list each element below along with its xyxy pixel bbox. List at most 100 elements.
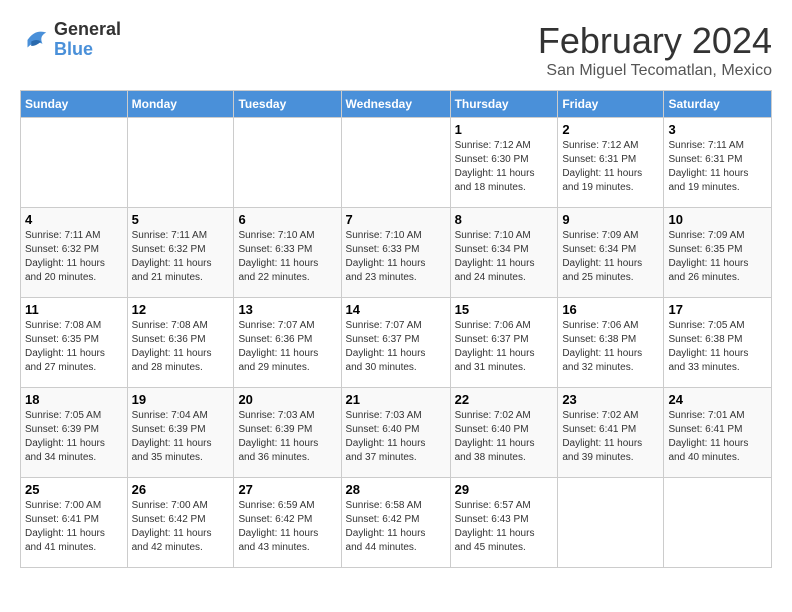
day-number: 11 (25, 302, 123, 317)
calendar-cell (127, 118, 234, 208)
calendar-cell: 16 Sunrise: 7:06 AMSunset: 6:38 PMDayligh… (558, 298, 664, 388)
day-info: Sunrise: 7:07 AMSunset: 6:36 PMDaylight:… (238, 319, 336, 375)
day-info: Sunrise: 7:06 AMSunset: 6:38 PMDaylight:… (562, 319, 659, 375)
calendar-cell: 22 Sunrise: 7:02 AMSunset: 6:40 PMDayligh… (450, 388, 558, 478)
calendar-header-row: SundayMondayTuesdayWednesdayThursdayFrid… (21, 91, 772, 118)
day-info: Sunrise: 7:03 AMSunset: 6:40 PMDaylight:… (346, 409, 446, 465)
day-info: Sunrise: 7:07 AMSunset: 6:37 PMDaylight:… (346, 319, 446, 375)
logo-general: General (54, 20, 121, 40)
calendar-cell: 24Sunrise: 7:01 AMSunset: 6:41 PMDayligh… (664, 388, 772, 478)
day-number: 19 (132, 392, 230, 407)
day-info: Sunrise: 7:00 AMSunset: 6:41 PMDaylight:… (25, 499, 123, 555)
calendar-cell: 3Sunrise: 7:11 AMSunset: 6:31 PMDaylight… (664, 118, 772, 208)
calendar-cell: 1Sunrise: 7:12 AMSunset: 6:30 PMDaylight… (450, 118, 558, 208)
calendar-cell (234, 118, 341, 208)
day-number: 17 (668, 302, 767, 317)
day-number: 15 (455, 302, 554, 317)
day-number: 29 (455, 482, 554, 497)
calendar-cell: 29 Sunrise: 6:57 AMSunset: 6:43 PMDayligh… (450, 478, 558, 568)
calendar-week-row: 4Sunrise: 7:11 AMSunset: 6:32 PMDaylight… (21, 208, 772, 298)
day-of-week-header: Monday (127, 91, 234, 118)
calendar-week-row: 25 Sunrise: 7:00 AMSunset: 6:41 PMDayligh… (21, 478, 772, 568)
calendar-cell: 5 Sunrise: 7:11 AMSunset: 6:32 PMDaylight… (127, 208, 234, 298)
day-number: 8 (455, 212, 554, 227)
day-number: 25 (25, 482, 123, 497)
day-number: 12 (132, 302, 230, 317)
logo-blue: Blue (54, 40, 121, 60)
calendar-cell: 21Sunrise: 7:03 AMSunset: 6:40 PMDayligh… (341, 388, 450, 478)
day-info: Sunrise: 7:05 AMSunset: 6:39 PMDaylight:… (25, 409, 123, 465)
day-number: 2 (562, 122, 659, 137)
day-of-week-header: Tuesday (234, 91, 341, 118)
day-number: 16 (562, 302, 659, 317)
calendar-cell: 11 Sunrise: 7:08 AMSunset: 6:35 PMDayligh… (21, 298, 128, 388)
calendar-cell: 4Sunrise: 7:11 AMSunset: 6:32 PMDaylight… (21, 208, 128, 298)
calendar-cell: 27 Sunrise: 6:59 AMSunset: 6:42 PMDayligh… (234, 478, 341, 568)
day-info: Sunrise: 7:10 AMSunset: 6:33 PMDaylight:… (238, 229, 336, 285)
logo-bird-icon (20, 25, 50, 55)
day-number: 18 (25, 392, 123, 407)
day-info: Sunrise: 7:01 AMSunset: 6:41 PMDaylight:… (668, 409, 767, 465)
title-block: February 2024 San Miguel Tecomatlan, Mex… (538, 20, 772, 80)
calendar-cell: 14 Sunrise: 7:07 AMSunset: 6:37 PMDayligh… (341, 298, 450, 388)
day-number: 7 (346, 212, 446, 227)
day-number: 23 (562, 392, 659, 407)
main-title: February 2024 (538, 20, 772, 62)
day-of-week-header: Thursday (450, 91, 558, 118)
calendar-cell: 26 Sunrise: 7:00 AMSunset: 6:42 PMDayligh… (127, 478, 234, 568)
day-info: Sunrise: 7:04 AMSunset: 6:39 PMDaylight:… (132, 409, 230, 465)
day-info: Sunrise: 7:09 AMSunset: 6:34 PMDaylight:… (562, 229, 659, 285)
day-of-week-header: Sunday (21, 91, 128, 118)
calendar-cell: 2 Sunrise: 7:12 AMSunset: 6:31 PMDaylight… (558, 118, 664, 208)
calendar-cell: 18 Sunrise: 7:05 AMSunset: 6:39 PMDayligh… (21, 388, 128, 478)
day-number: 13 (238, 302, 336, 317)
calendar-week-row: 1Sunrise: 7:12 AMSunset: 6:30 PMDaylight… (21, 118, 772, 208)
calendar-cell (558, 478, 664, 568)
day-number: 28 (346, 482, 446, 497)
day-number: 5 (132, 212, 230, 227)
calendar-cell (21, 118, 128, 208)
day-info: Sunrise: 7:02 AMSunset: 6:41 PMDaylight:… (562, 409, 659, 465)
calendar-cell: 12 Sunrise: 7:08 AMSunset: 6:36 PMDayligh… (127, 298, 234, 388)
calendar-cell: 20Sunrise: 7:03 AMSunset: 6:39 PMDayligh… (234, 388, 341, 478)
calendar-cell: 6Sunrise: 7:10 AMSunset: 6:33 PMDaylight… (234, 208, 341, 298)
calendar-cell: 25 Sunrise: 7:00 AMSunset: 6:41 PMDayligh… (21, 478, 128, 568)
page-header: General Blue February 2024 San Miguel Te… (20, 20, 772, 80)
day-info: Sunrise: 7:08 AMSunset: 6:35 PMDaylight:… (25, 319, 123, 375)
logo: General Blue (20, 20, 121, 60)
day-number: 22 (455, 392, 554, 407)
calendar-week-row: 18 Sunrise: 7:05 AMSunset: 6:39 PMDayligh… (21, 388, 772, 478)
day-number: 1 (455, 122, 554, 137)
calendar-cell: 23 Sunrise: 7:02 AMSunset: 6:41 PMDayligh… (558, 388, 664, 478)
day-info: Sunrise: 6:58 AMSunset: 6:42 PMDaylight:… (346, 499, 446, 555)
day-info: Sunrise: 7:11 AMSunset: 6:32 PMDaylight:… (132, 229, 230, 285)
calendar-table: SundayMondayTuesdayWednesdayThursdayFrid… (20, 90, 772, 568)
day-info: Sunrise: 7:05 AMSunset: 6:38 PMDaylight:… (668, 319, 767, 375)
calendar-cell: 9 Sunrise: 7:09 AMSunset: 6:34 PMDaylight… (558, 208, 664, 298)
calendar-cell: 8 Sunrise: 7:10 AMSunset: 6:34 PMDaylight… (450, 208, 558, 298)
day-info: Sunrise: 7:08 AMSunset: 6:36 PMDaylight:… (132, 319, 230, 375)
calendar-cell: 19 Sunrise: 7:04 AMSunset: 6:39 PMDayligh… (127, 388, 234, 478)
day-info: Sunrise: 7:09 AMSunset: 6:35 PMDaylight:… (668, 229, 767, 285)
day-info: Sunrise: 7:00 AMSunset: 6:42 PMDaylight:… (132, 499, 230, 555)
day-info: Sunrise: 7:10 AMSunset: 6:34 PMDaylight:… (455, 229, 554, 285)
subtitle: San Miguel Tecomatlan, Mexico (538, 62, 772, 80)
calendar-cell: 13 Sunrise: 7:07 AMSunset: 6:36 PMDayligh… (234, 298, 341, 388)
day-info: Sunrise: 6:59 AMSunset: 6:42 PMDaylight:… (238, 499, 336, 555)
day-number: 14 (346, 302, 446, 317)
day-of-week-header: Saturday (664, 91, 772, 118)
day-info: Sunrise: 7:12 AMSunset: 6:31 PMDaylight:… (562, 139, 659, 195)
calendar-cell: 10Sunrise: 7:09 AMSunset: 6:35 PMDayligh… (664, 208, 772, 298)
day-info: Sunrise: 7:06 AMSunset: 6:37 PMDaylight:… (455, 319, 554, 375)
day-number: 3 (668, 122, 767, 137)
calendar-cell: 7 Sunrise: 7:10 AMSunset: 6:33 PMDaylight… (341, 208, 450, 298)
day-info: Sunrise: 7:10 AMSunset: 6:33 PMDaylight:… (346, 229, 446, 285)
calendar-week-row: 11 Sunrise: 7:08 AMSunset: 6:35 PMDayligh… (21, 298, 772, 388)
day-number: 26 (132, 482, 230, 497)
day-number: 27 (238, 482, 336, 497)
day-info: Sunrise: 7:02 AMSunset: 6:40 PMDaylight:… (455, 409, 554, 465)
calendar-cell: 17 Sunrise: 7:05 AMSunset: 6:38 PMDayligh… (664, 298, 772, 388)
day-number: 9 (562, 212, 659, 227)
day-info: Sunrise: 6:57 AMSunset: 6:43 PMDaylight:… (455, 499, 554, 555)
logo-text: General Blue (54, 20, 121, 60)
